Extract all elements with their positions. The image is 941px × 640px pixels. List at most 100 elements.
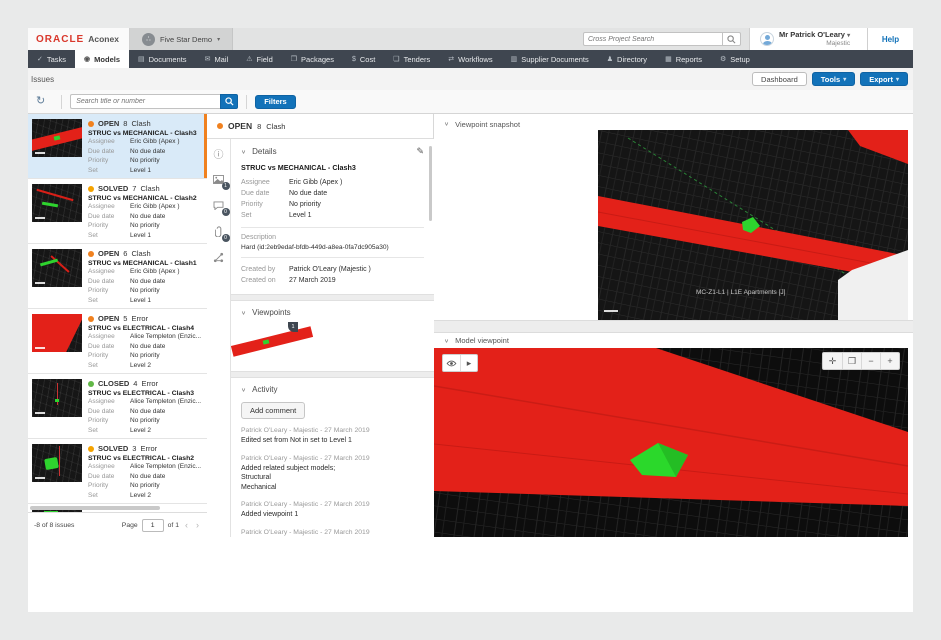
activity-entry: Patrick O'Leary - Majestic - 27 March 20… — [241, 455, 424, 493]
info-icon[interactable]: ⓘ — [212, 147, 226, 160]
nav-tab[interactable]: ⚠ Field — [237, 50, 282, 68]
list-pagination: -8 of 8 issues Page of 1 ‹ › — [28, 512, 207, 537]
search-icon[interactable] — [220, 94, 238, 109]
issue-search — [70, 94, 238, 109]
prev-page-icon[interactable]: ‹ — [183, 520, 190, 530]
viewpoints-icon[interactable]: 1 — [212, 173, 226, 186]
user-avatar — [760, 32, 774, 46]
horizontal-scrollbar[interactable] — [30, 506, 160, 510]
activity-section-header[interactable]: ∨ Activity — [241, 385, 424, 394]
cross-project-search — [583, 28, 741, 50]
issue-title: STRUC vs ELECTRICAL - Clash4 — [88, 325, 194, 332]
viewpoints-section-header[interactable]: ∨ Viewpoints — [241, 308, 424, 317]
chevron-down-icon: ▾ — [843, 76, 846, 83]
expand-tools-icon[interactable]: ▸ — [460, 355, 477, 371]
list-item[interactable]: SOLVED 7 Clash STRUC vs MECHANICAL - Cla… — [28, 179, 207, 244]
nav-tab[interactable]: ✉ Mail — [196, 50, 238, 68]
issue-search-input[interactable] — [70, 94, 220, 109]
nav-tab[interactable]: ▤ Documents — [129, 50, 196, 68]
assignee-value: Alice Templeton (Enzic... — [130, 332, 201, 342]
set-value: Level 2 — [130, 361, 151, 371]
issue-thumbnail — [32, 184, 82, 222]
activity-author: Patrick O'Leary - Majestic - 27 March 20… — [241, 427, 424, 434]
nav-tab[interactable]: ⇄ Workflows — [439, 50, 501, 68]
status-dot — [88, 121, 94, 127]
relations-icon[interactable] — [212, 251, 226, 264]
viewpoint-snapshot-image[interactable]: MC-Z1-L1 | L1E Apartments [J] — [598, 130, 908, 320]
model-viewpoint-image — [434, 348, 908, 537]
brand-logo: ORACLE Aconex — [28, 28, 130, 50]
nav-tab[interactable]: ▦ Reports — [656, 50, 711, 68]
refresh-icon[interactable]: ↻ — [36, 96, 45, 107]
nav-tab-icon: ❏ — [393, 55, 399, 63]
export-button[interactable]: Export▾ — [860, 72, 908, 86]
help-link[interactable]: Help — [867, 28, 913, 50]
project-selector[interactable]: ∴ Five Star Demo ▾ — [130, 28, 233, 50]
created-on-label: Created on — [241, 275, 289, 286]
issue-type: Clash — [140, 184, 159, 193]
next-page-icon[interactable]: › — [194, 520, 201, 530]
nav-tab[interactable]: ⚙ Setup — [711, 50, 759, 68]
dashboard-button[interactable]: Dashboard — [752, 72, 807, 86]
viewpoint-snapshot-header[interactable]: ∨ Viewpoint snapshot — [434, 114, 913, 130]
filters-button[interactable]: Filters — [255, 95, 296, 109]
priority-value: No priority — [130, 416, 160, 426]
nav-tab-label: Packages — [301, 55, 334, 64]
issue-number: 5 — [123, 314, 127, 323]
list-item[interactable]: CLOSED 4 Error STRUC vs ELECTRICAL - Cla… — [28, 374, 207, 439]
nav-tab[interactable]: ❏ Tenders — [384, 50, 439, 68]
attachments-icon[interactable]: 0 — [212, 225, 226, 238]
zoom-out-icon[interactable]: − — [861, 353, 880, 369]
detail-set: Level 1 — [289, 210, 312, 221]
tools-button[interactable]: Tools▾ — [812, 72, 855, 86]
viewer-right-toolbar: ✛ ❒ − + — [822, 352, 900, 370]
nav-tab-label: Models — [94, 55, 120, 64]
vertical-scrollbar[interactable] — [429, 146, 432, 221]
set-value: Level 1 — [130, 296, 151, 306]
nav-tab[interactable]: ♟ Directory — [598, 50, 656, 68]
detail-type: Clash — [266, 122, 285, 131]
issue-title: STRUC vs ELECTRICAL - Clash3 — [88, 390, 194, 397]
orbit-icon[interactable]: ❒ — [842, 353, 861, 369]
page-number-input[interactable] — [142, 519, 164, 532]
details-section-header[interactable]: ∨ Details ✎ — [241, 146, 424, 157]
add-comment-button[interactable]: Add comment — [241, 402, 305, 419]
user-menu[interactable]: Mr Patrick O'Leary ▾ Majestic — [749, 28, 867, 50]
model-viewpoint-header[interactable]: ∨ Model viewpoint — [434, 333, 913, 348]
chevron-down-icon: ∨ — [241, 309, 246, 315]
edit-icon[interactable]: ✎ — [416, 146, 424, 157]
viewpoint-thumbnail[interactable]: 1 — [241, 323, 297, 363]
pan-icon[interactable]: ✛ — [823, 353, 842, 369]
comments-icon[interactable]: 0 — [212, 199, 226, 212]
nav-tab[interactable]: ✓ Tasks — [28, 50, 75, 68]
activity-text: Added viewpoint 1 — [241, 510, 424, 520]
description-label: Description — [241, 234, 424, 241]
list-item[interactable]: SOLVED 3 Error STRUC vs ELECTRICAL - Cla… — [28, 439, 207, 504]
snapshot-area: MC-Z1-L1 | L1E Apartments [J] — [434, 130, 908, 320]
list-item[interactable]: OPEN 8 Clash STRUC vs MECHANICAL - Clash… — [28, 114, 207, 179]
nav-tab[interactable]: $ Cost — [343, 50, 384, 68]
cross-project-search-input[interactable] — [583, 32, 723, 46]
issue-type: Error — [131, 314, 148, 323]
nav-tab[interactable]: ▥ Supplier Documents — [502, 50, 598, 68]
nav-tab-label: Directory — [617, 55, 647, 64]
search-icon[interactable] — [723, 32, 741, 46]
visibility-eye-icon[interactable] — [443, 355, 460, 371]
list-item[interactable]: OPEN 6 Clash STRUC vs MECHANICAL - Clash… — [28, 244, 207, 309]
zoom-in-icon[interactable]: + — [880, 353, 899, 369]
chevron-down-icon: ∨ — [241, 386, 246, 392]
priority-value: No priority — [130, 221, 160, 231]
main-nav: ✓ Tasks ◉ Models ▤ Documents ✉ Mail ⚠ Fi… — [28, 50, 913, 68]
project-avatar-icon: ∴ — [142, 33, 155, 46]
nav-tab[interactable]: ◉ Models — [75, 50, 129, 68]
issue-number: 3 — [132, 444, 136, 453]
assignee-value: Eric Gibb (Apex ) — [130, 267, 180, 277]
issue-number: 7 — [132, 184, 136, 193]
set-value: Level 2 — [130, 426, 151, 436]
created-on-value: 27 March 2019 — [289, 275, 336, 286]
chevron-down-icon: ∨ — [444, 337, 449, 343]
priority-value: No priority — [130, 481, 160, 491]
nav-tab[interactable]: ❒ Packages — [282, 50, 343, 68]
list-item[interactable]: OPEN 5 Error STRUC vs ELECTRICAL - Clash… — [28, 309, 207, 374]
model-viewer-canvas[interactable]: ▸ ✛ ❒ − + — [434, 348, 908, 537]
